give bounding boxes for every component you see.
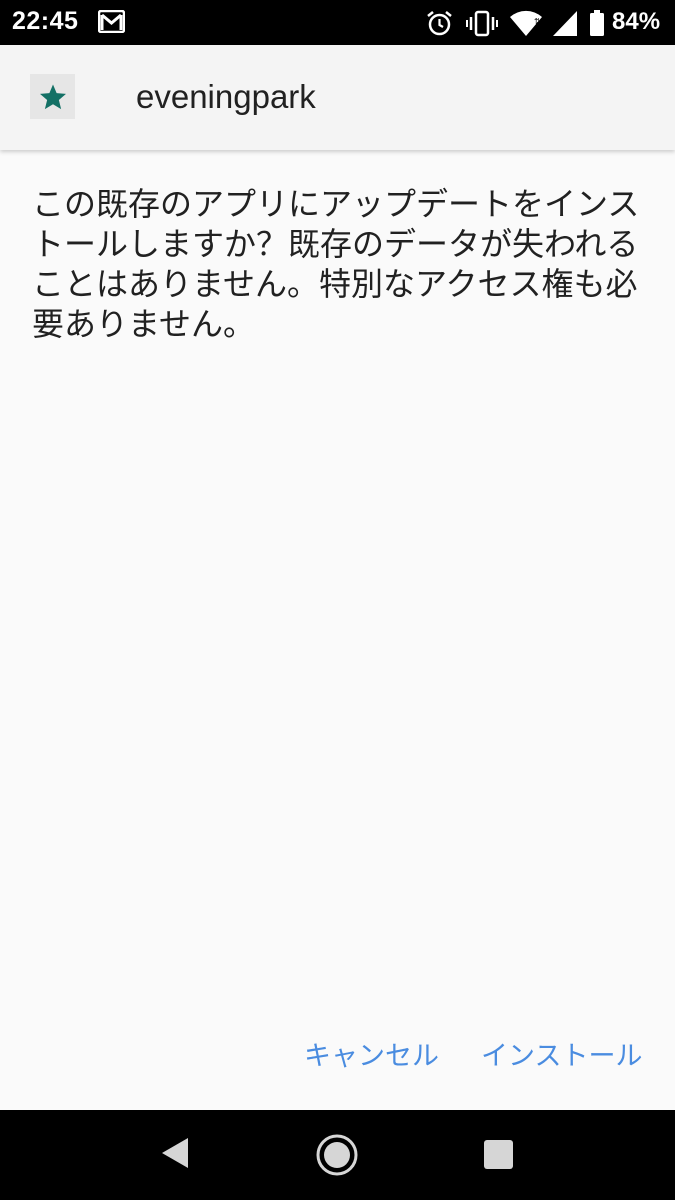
- status-time: 22:45: [12, 7, 79, 35]
- star-icon: [39, 84, 66, 109]
- wifi-icon: ⇅: [510, 10, 542, 36]
- home-icon[interactable]: [315, 1133, 359, 1177]
- alarm-icon: [427, 11, 452, 36]
- cancel-button[interactable]: キャンセル: [304, 1030, 439, 1077]
- signal-icon: [553, 11, 577, 36]
- vibrate-icon: [466, 10, 498, 37]
- svg-text:⇅: ⇅: [534, 17, 541, 26]
- status-bar: 22:45 ⇅ 84%: [0, 0, 675, 45]
- app-icon: [30, 74, 75, 119]
- gmail-icon: [98, 10, 125, 33]
- back-icon[interactable]: [160, 1136, 190, 1170]
- navigation-bar: [0, 1110, 675, 1200]
- install-confirmation-message: この既存のアプリにアップデートをインストールしますか？既存のデータが失われること…: [32, 185, 640, 343]
- app-title: eveningpark: [136, 78, 316, 115]
- battery-icon: [590, 10, 604, 36]
- recents-icon[interactable]: [484, 1140, 513, 1169]
- app-bar: eveningpark: [0, 45, 675, 150]
- install-button[interactable]: インストール: [481, 1030, 642, 1077]
- battery-percentage: 84%: [612, 8, 661, 35]
